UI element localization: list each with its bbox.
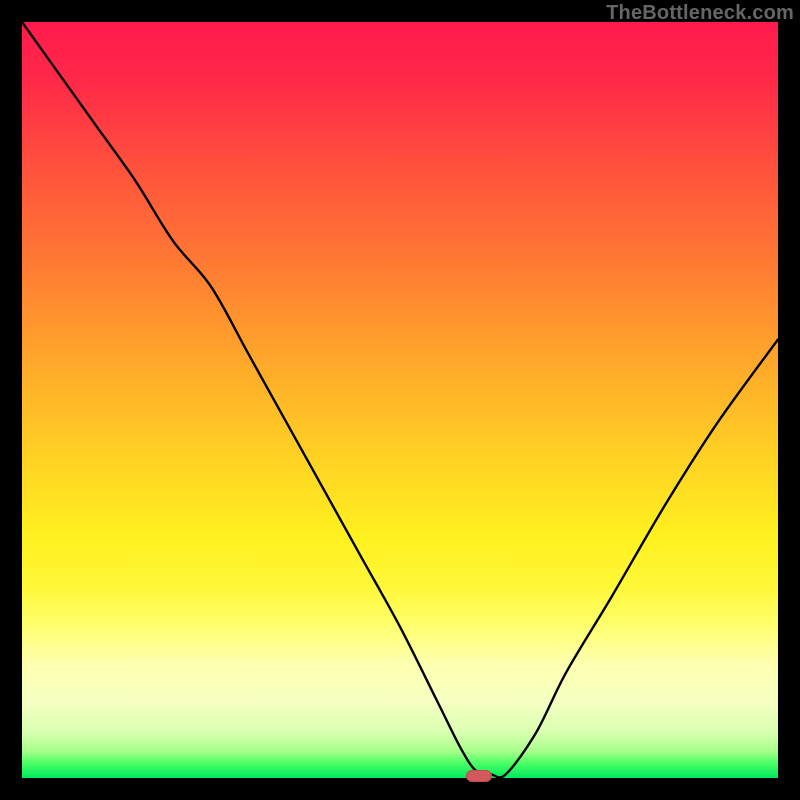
plot-area xyxy=(22,22,778,778)
chart-frame: TheBottleneck.com xyxy=(0,0,800,800)
optimal-marker xyxy=(466,770,492,782)
watermark-text: TheBottleneck.com xyxy=(606,2,794,25)
bottleneck-curve xyxy=(22,22,778,778)
